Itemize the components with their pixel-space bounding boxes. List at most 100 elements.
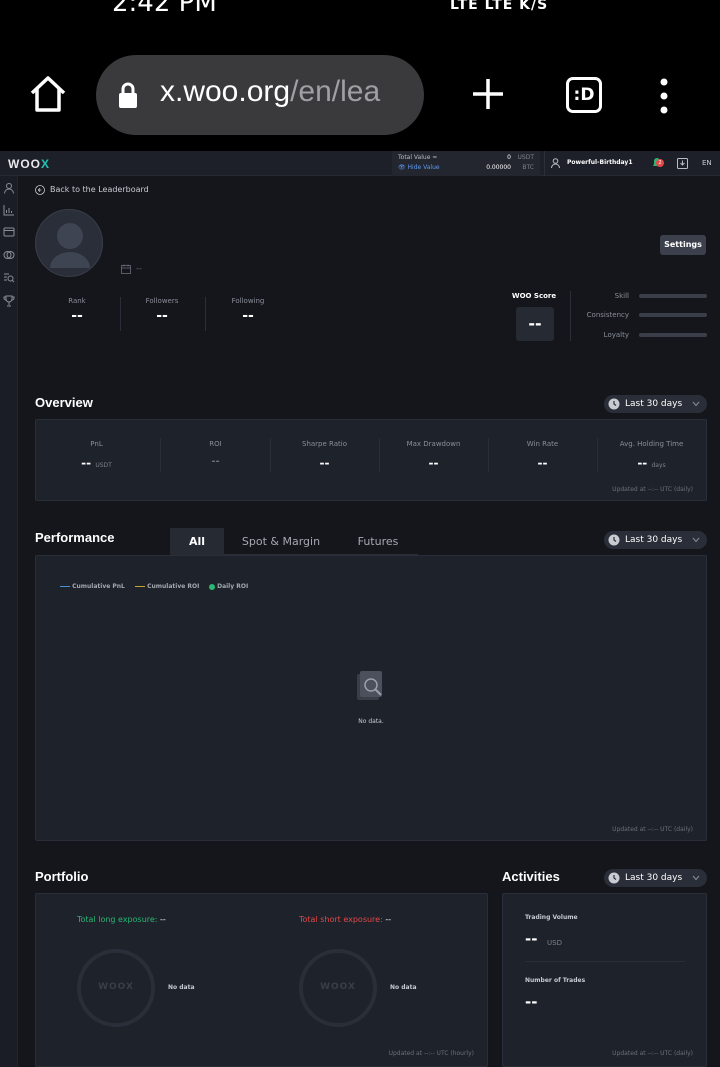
overview-roi: ROI --	[209, 440, 222, 467]
trading-volume-value: --	[525, 930, 538, 948]
back-arrow-icon	[35, 185, 45, 195]
divider	[525, 961, 685, 962]
activities-period-select[interactable]: Last 30 days	[604, 869, 707, 887]
avatar-placeholder-icon	[50, 223, 90, 268]
overview-win-rate: Win Rate --	[526, 440, 559, 470]
trading-volume-label: Trading Volume	[525, 914, 578, 921]
address-bar[interactable]: x.woo.org/en/lea	[96, 55, 424, 135]
legend-dot	[209, 583, 215, 590]
lock-icon	[119, 82, 137, 108]
avatar	[35, 209, 103, 277]
username: Powerful-Birthday1	[567, 159, 633, 166]
skill-label: Skill	[614, 292, 629, 300]
chart-icon[interactable]	[3, 204, 15, 216]
number-of-trades-label: Number of Trades	[525, 977, 586, 984]
legend-line	[60, 586, 70, 587]
left-sidebar	[0, 176, 18, 1067]
stat-followers: Followers --	[145, 297, 179, 324]
long-no-data: No data	[168, 984, 195, 991]
search-list-icon[interactable]	[3, 272, 15, 284]
woo-score-label: WOO Score	[511, 292, 557, 300]
chevron-down-icon	[692, 537, 700, 543]
tab-switcher-icon[interactable]: :D	[566, 77, 602, 113]
settings-button[interactable]: Settings	[660, 235, 706, 255]
short-exposure: Total short exposure: --	[299, 915, 392, 924]
back-label: Back to the Leaderboard	[50, 185, 149, 194]
unit-btc: BTC	[522, 164, 534, 171]
trading-volume-unit: USD	[547, 939, 562, 947]
language-selector[interactable]: EN	[702, 159, 712, 167]
loyalty-label: Loyalty	[603, 331, 629, 339]
earn-icon[interactable]	[3, 249, 15, 261]
download-icon[interactable]	[677, 158, 688, 169]
trophy-icon[interactable]	[3, 295, 15, 307]
legend-cumulative-roi[interactable]: Cumulative ROI	[135, 583, 199, 590]
wallet-icon[interactable]	[3, 226, 15, 238]
status-bar: 2:42 PM LTE LTE K/S	[0, 0, 720, 14]
tab-futures[interactable]: Futures	[338, 528, 418, 555]
joined-date: --	[136, 264, 142, 273]
value-usdt: 0	[507, 154, 511, 161]
woox-watermark: WOOX	[98, 982, 134, 992]
calendar-icon	[121, 264, 131, 274]
browser-toolbar: x.woo.org/en/lea :D	[0, 14, 720, 151]
clock-icon	[608, 398, 620, 410]
more-menu-icon[interactable]	[658, 78, 670, 114]
legend-daily-roi[interactable]: Daily ROI	[209, 583, 248, 590]
no-data-text: No data.	[358, 718, 384, 725]
user-menu[interactable]: Powerful-Birthday1	[544, 151, 644, 176]
overview-card: PnL -- USDT ROI -- Sharpe Ratio -- Max D…	[35, 419, 707, 501]
total-value-label: Total Value ≈	[398, 154, 438, 161]
short-no-data: No data	[390, 984, 417, 991]
total-value-panel: Total Value ≈ 👁 Hide Value 0 USDT 0.0000…	[392, 151, 540, 176]
value-btc: 0.00000	[486, 164, 511, 171]
legend-line	[135, 586, 145, 587]
short-exposure-ring: WOOX	[299, 949, 377, 1027]
woox-app: WOOX Total Value ≈ 👁 Hide Value 0 USDT 0…	[0, 151, 720, 1067]
status-time: 2:42 PM	[112, 0, 217, 14]
woox-logo[interactable]: WOOX	[8, 157, 50, 171]
overview-period-select[interactable]: Last 30 days	[604, 395, 707, 413]
performance-period-select[interactable]: Last 30 days	[604, 531, 707, 549]
overview-sharpe-ratio: Sharpe Ratio --	[302, 440, 347, 470]
unit-usdt: USDT	[517, 154, 535, 161]
portfolio-title: Portfolio	[35, 869, 89, 884]
portfolio-updated: Updated at --:-- UTC (hourly)	[388, 1050, 474, 1057]
home-icon[interactable]	[28, 74, 68, 114]
status-network: LTE LTE K/S	[450, 0, 549, 13]
clock-icon	[608, 534, 620, 546]
consistency-bar	[639, 313, 707, 317]
tab-all[interactable]: All	[170, 528, 224, 555]
performance-title: Performance	[35, 530, 115, 545]
performance-updated: Updated at --:-- UTC (daily)	[612, 826, 693, 833]
new-tab-icon[interactable]	[470, 76, 506, 112]
long-exposure-ring: WOOX	[77, 949, 155, 1027]
portfolio-card: Total long exposure: -- Total short expo…	[35, 893, 488, 1067]
overview-pnl: PnL -- USDT	[81, 440, 112, 470]
loyalty-bar	[639, 333, 707, 337]
legend-cumulative-pnl[interactable]: Cumulative PnL	[60, 583, 125, 590]
number-of-trades-value: --	[525, 993, 538, 1011]
url-text: x.woo.org/en/lea	[160, 75, 381, 108]
activities-card: Trading Volume -- USD Number of Trades -…	[502, 893, 707, 1067]
clock-icon	[608, 872, 620, 884]
stat-rank: Rank --	[68, 297, 86, 324]
activities-title: Activities	[502, 869, 560, 884]
overview-updated: Updated at --:-- UTC (daily)	[612, 486, 693, 493]
consistency-label: Consistency	[586, 311, 629, 319]
divider	[205, 297, 206, 331]
no-data-icon	[357, 671, 382, 700]
tab-spot-margin[interactable]: Spot & Margin	[226, 528, 336, 555]
woox-watermark: WOOX	[320, 982, 356, 992]
skill-bar	[639, 294, 707, 298]
chevron-down-icon	[692, 401, 700, 407]
profile-icon[interactable]	[3, 182, 15, 194]
top-navigation: WOOX Total Value ≈ 👁 Hide Value 0 USDT 0…	[0, 151, 720, 176]
long-exposure: Total long exposure: --	[77, 915, 166, 924]
woo-score-value: --	[516, 307, 554, 341]
hide-value-link[interactable]: 👁 Hide Value	[398, 164, 440, 171]
overview-title: Overview	[35, 395, 93, 410]
notification-badge: 2	[656, 159, 664, 167]
stat-following: Following --	[231, 297, 265, 324]
overview-avg-holding-time: Avg. Holding Time -- days	[619, 440, 684, 470]
